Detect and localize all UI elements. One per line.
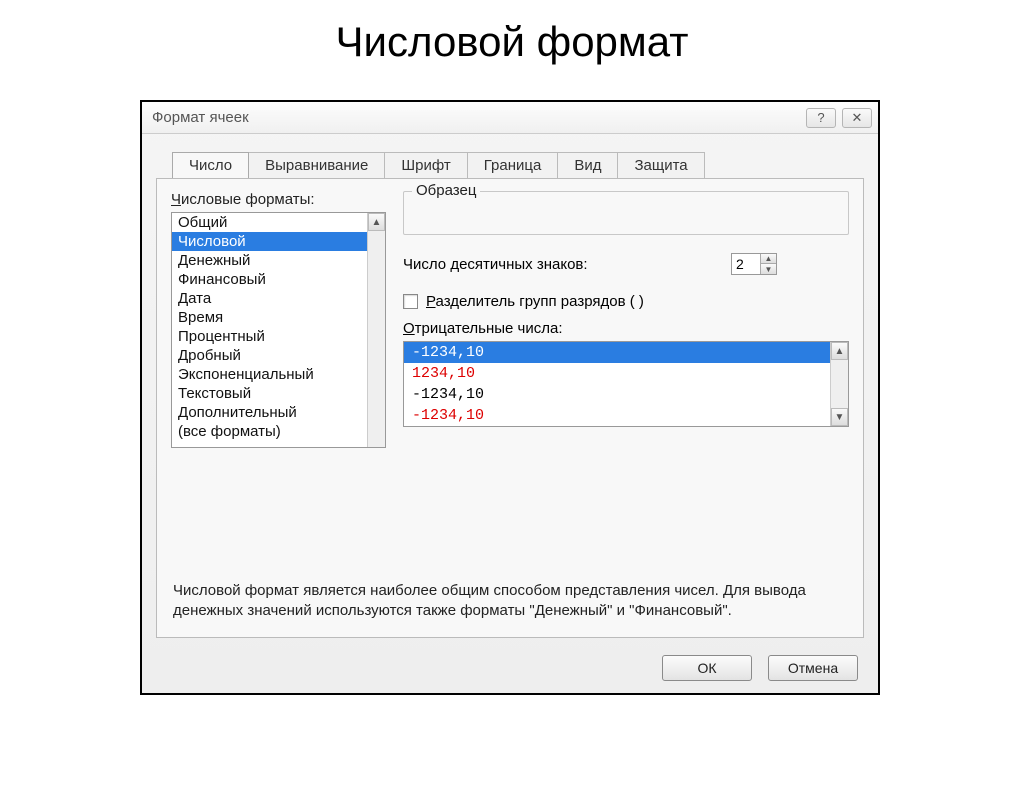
negative-list-scrollbar[interactable]: ▲ ▼ (830, 342, 848, 426)
format-item-accounting[interactable]: Финансовый (172, 270, 367, 289)
spinner-down-icon[interactable]: ▼ (760, 264, 776, 274)
settings-column: Образец Число десятичных знаков: ▲ ▼ Раз… (403, 191, 849, 427)
help-icon: ? (817, 110, 824, 125)
decimal-places-label: Число десятичных знаков: (403, 256, 588, 273)
negative-numbers-label: Отрицательные числа: (403, 320, 849, 337)
decimal-places-row: Число десятичных знаков: ▲ ▼ (403, 253, 849, 275)
negative-list-inner: -1234,10 1234,10 -1234,10 -1234,10 (404, 342, 830, 426)
formats-column: Числовые форматы: Общий Числовой Денежны… (171, 191, 391, 448)
tab-fill[interactable]: Вид (558, 152, 618, 178)
tab-border[interactable]: Граница (468, 152, 559, 178)
tab-panel-number: Числовые форматы: Общий Числовой Денежны… (156, 178, 864, 638)
decimal-places-input[interactable] (732, 254, 760, 274)
negative-option-1[interactable]: -1234,10 (404, 342, 830, 363)
formats-label: Числовые форматы: (171, 191, 391, 208)
tab-strip: Число Выравнивание Шрифт Граница Вид Защ… (172, 152, 878, 178)
spinner-up-icon[interactable]: ▲ (760, 254, 776, 264)
tab-protection[interactable]: Защита (618, 152, 704, 178)
ok-button[interactable]: ОК (662, 655, 752, 681)
format-cells-dialog: Формат ячеек ? ✕ Число Выравнивание Шриф… (140, 100, 880, 695)
format-item-general[interactable]: Общий (172, 213, 367, 232)
dialog-buttons: ОК Отмена (662, 655, 858, 681)
format-item-percent[interactable]: Процентный (172, 327, 367, 346)
negative-option-3[interactable]: -1234,10 (404, 384, 830, 405)
thousands-separator-checkbox[interactable] (403, 294, 418, 309)
format-item-number[interactable]: Числовой (172, 232, 367, 251)
close-icon: ✕ (852, 110, 863, 126)
negative-option-2[interactable]: 1234,10 (404, 363, 830, 384)
format-item-custom[interactable]: (все форматы) (172, 422, 367, 441)
titlebar-buttons: ? ✕ (806, 108, 872, 128)
format-listbox[interactable]: Общий Числовой Денежный Финансовый Дата … (171, 212, 386, 448)
format-item-currency[interactable]: Денежный (172, 251, 367, 270)
close-button[interactable]: ✕ (842, 108, 872, 128)
negative-option-4[interactable]: -1234,10 (404, 405, 830, 426)
tab-font[interactable]: Шрифт (385, 152, 467, 178)
decimal-places-spinner[interactable]: ▲ ▼ (731, 253, 777, 275)
tab-number[interactable]: Число (172, 152, 249, 178)
negative-numbers-listbox[interactable]: -1234,10 1234,10 -1234,10 -1234,10 ▲ ▼ (403, 341, 849, 427)
help-button[interactable]: ? (806, 108, 836, 128)
format-item-time[interactable]: Время (172, 308, 367, 327)
format-list-inner: Общий Числовой Денежный Финансовый Дата … (172, 213, 367, 447)
scroll-up-icon[interactable]: ▲ (831, 342, 848, 360)
format-description: Числовой формат является наиболее общим … (173, 581, 847, 622)
sample-group: Образец (403, 191, 849, 235)
sample-label: Образец (412, 182, 480, 199)
thousands-separator-row: Разделитель групп разрядов ( ) (403, 293, 849, 310)
format-item-text[interactable]: Текстовый (172, 384, 367, 403)
dialog-title: Формат ячеек (152, 109, 249, 126)
format-item-special[interactable]: Дополнительный (172, 403, 367, 422)
thousands-separator-label: Разделитель групп разрядов ( ) (426, 293, 644, 310)
format-list-scrollbar[interactable]: ▲ (367, 213, 385, 447)
format-item-scientific[interactable]: Экспоненциальный (172, 365, 367, 384)
tab-alignment[interactable]: Выравнивание (249, 152, 385, 178)
format-item-date[interactable]: Дата (172, 289, 367, 308)
format-item-fraction[interactable]: Дробный (172, 346, 367, 365)
cancel-button[interactable]: Отмена (768, 655, 858, 681)
slide-title: Числовой формат (0, 18, 1024, 66)
scroll-down-icon[interactable]: ▼ (831, 408, 848, 426)
titlebar: Формат ячеек ? ✕ (142, 102, 878, 134)
scroll-up-icon[interactable]: ▲ (368, 213, 385, 231)
